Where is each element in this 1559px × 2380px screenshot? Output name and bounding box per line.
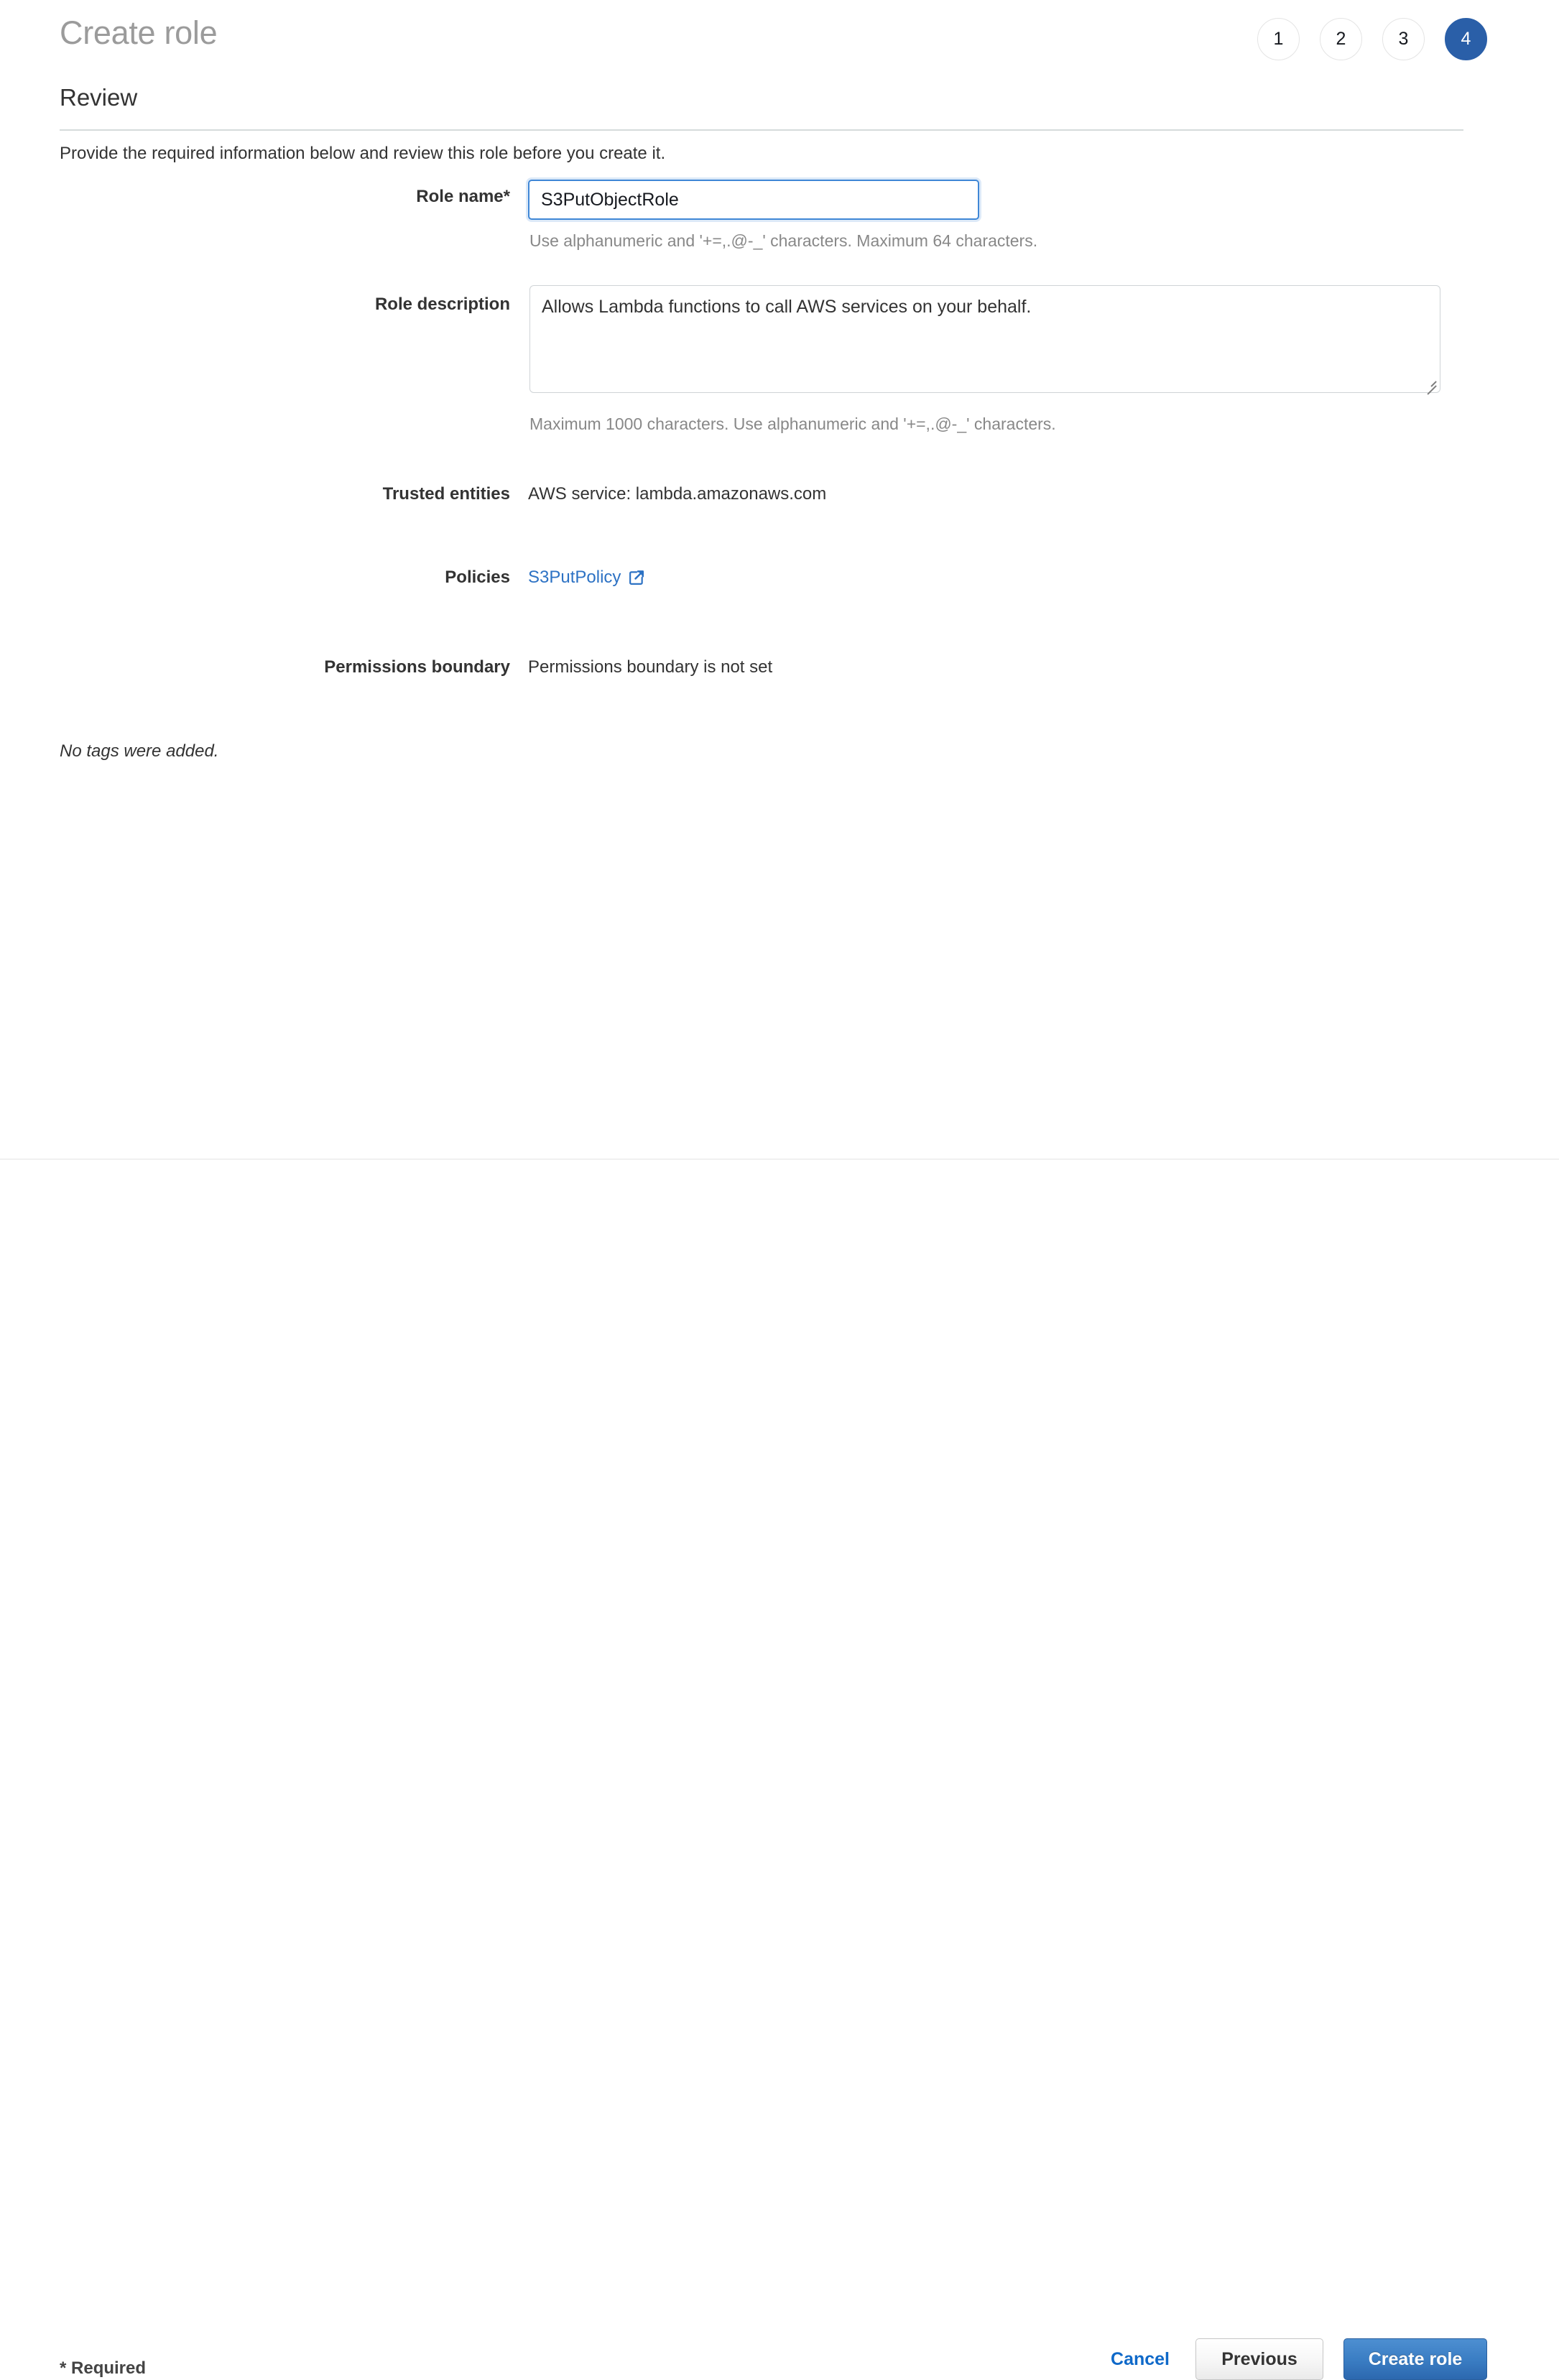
footer-actions: Cancel Previous Create role [1105, 2338, 1487, 2380]
page-header: Create role 1 2 3 4 [0, 0, 1559, 86]
step-3[interactable]: 3 [1382, 18, 1425, 60]
role-description-label: Role description [374, 295, 510, 314]
page-title: Create role [60, 14, 218, 51]
trusted-entities-value: AWS service: lambda.amazonaws.com [528, 484, 827, 504]
footer-bar: * Required Cancel Previous Create role [0, 1159, 1559, 2380]
required-note: * Required [60, 2358, 147, 2378]
step-indicator: 1 2 3 4 [1257, 18, 1487, 60]
policy-link-label: S3PutPolicy [528, 568, 621, 587]
role-name-field-wrapper [528, 180, 979, 220]
tags-empty-note: No tags were added. [60, 741, 219, 761]
role-name-hint: Use alphanumeric and '+=,.@-_' character… [529, 231, 1038, 250]
role-name-input[interactable] [528, 180, 979, 220]
cancel-button[interactable]: Cancel [1105, 2349, 1175, 2370]
section-divider [60, 129, 1463, 131]
role-description-hint: Maximum 1000 characters. Use alphanumeri… [529, 415, 1056, 433]
permissions-boundary-label: Permissions boundary [324, 657, 510, 677]
role-description-field-wrapper [529, 285, 1440, 395]
policies-value: S3PutPolicy [528, 566, 644, 589]
policies-label: Policies [445, 568, 510, 587]
role-description-textarea[interactable] [529, 285, 1440, 393]
section-title: Review [60, 84, 138, 111]
external-link-icon [628, 570, 644, 586]
trusted-entities-label: Trusted entities [382, 484, 510, 504]
role-name-label: Role name* [416, 187, 510, 206]
permissions-boundary-value: Permissions boundary is not set [528, 657, 773, 677]
create-role-button[interactable]: Create role [1343, 2338, 1487, 2380]
step-2[interactable]: 2 [1320, 18, 1362, 60]
section-intro-text: Provide the required information below a… [60, 144, 666, 163]
step-4[interactable]: 4 [1445, 18, 1487, 60]
step-1[interactable]: 1 [1257, 18, 1300, 60]
previous-button[interactable]: Previous [1195, 2338, 1323, 2380]
policy-link[interactable]: S3PutPolicy [528, 566, 644, 589]
